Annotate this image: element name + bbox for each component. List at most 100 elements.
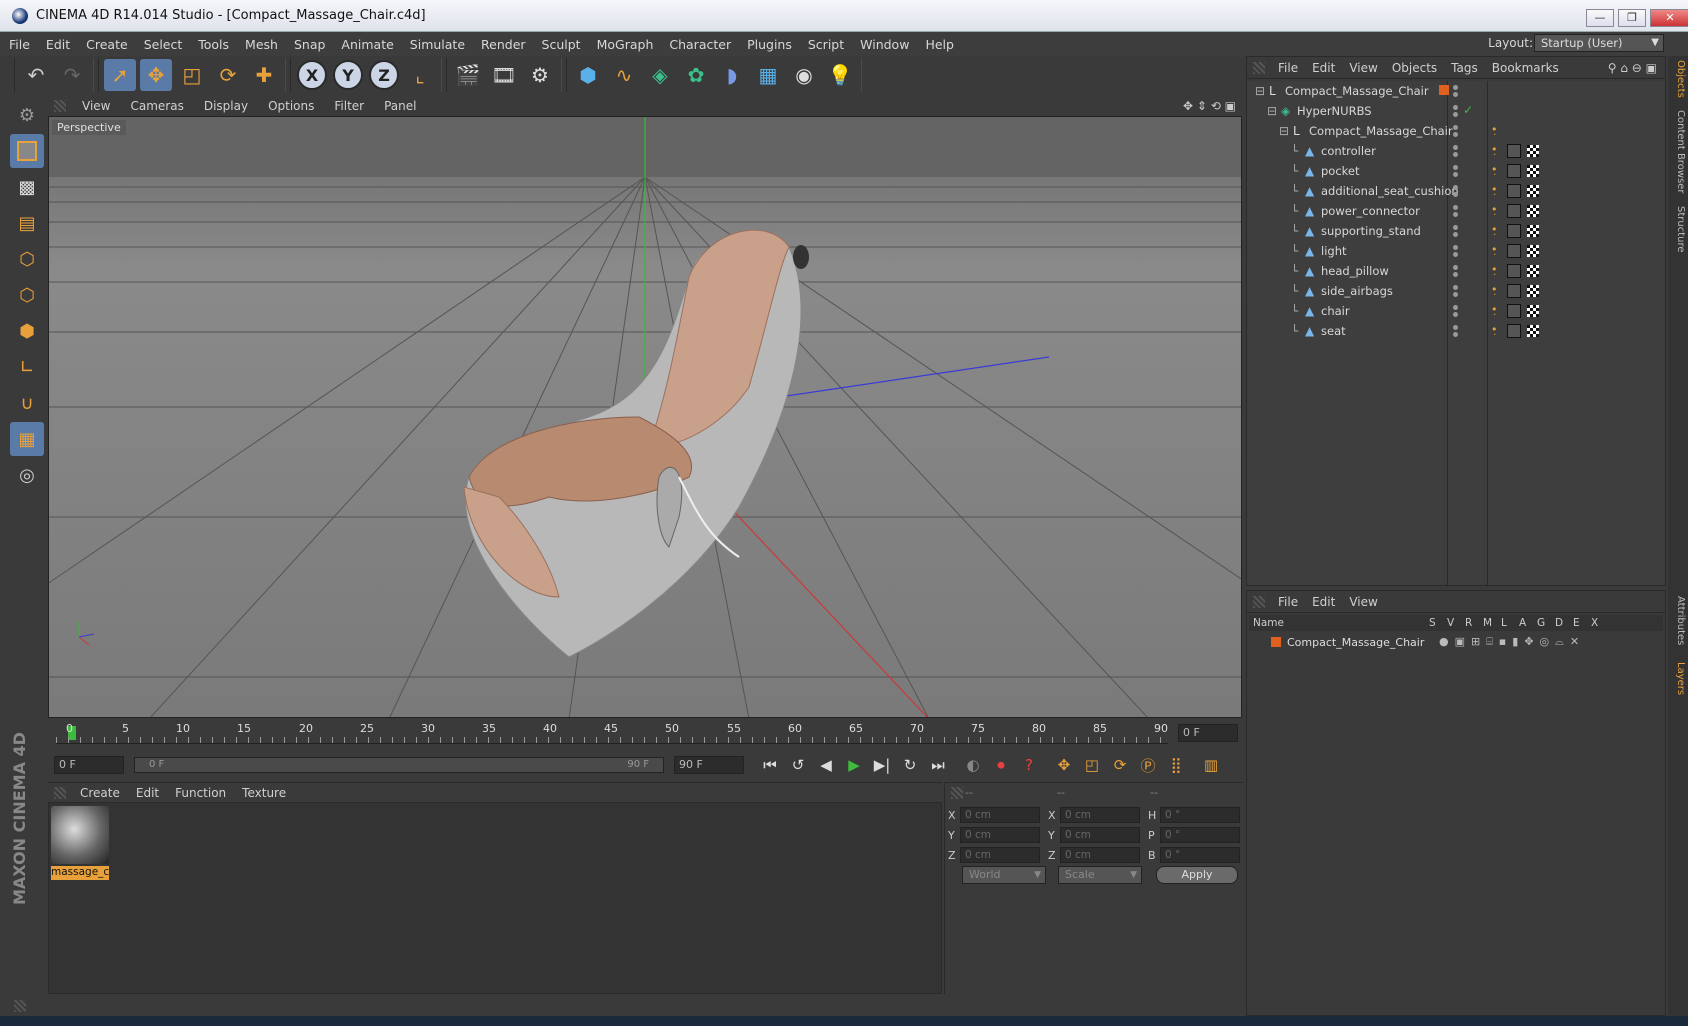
tab-objects[interactable]: Objects — [1670, 60, 1686, 98]
perspective-viewport[interactable]: Perspective — [48, 116, 1242, 718]
texture-tag-icon[interactable] — [1507, 144, 1521, 158]
uvw-tag-icon[interactable] — [1527, 205, 1539, 217]
snap-magnet-icon[interactable]: ∪ — [10, 386, 44, 420]
editor-visibility-dot[interactable] — [1453, 105, 1458, 110]
rotate-icon[interactable]: ⟳ — [212, 59, 244, 91]
coordinate-system-icon[interactable]: ⌞ — [404, 59, 436, 91]
size-x-field[interactable]: 0 cm — [1060, 807, 1140, 823]
object-name[interactable]: Compact_Massage_Chair — [1285, 84, 1429, 98]
move-icon[interactable]: ✥ — [140, 59, 172, 91]
editor-visibility-dot[interactable] — [1453, 265, 1458, 270]
om-menu-bookmarks[interactable]: Bookmarks — [1485, 61, 1566, 75]
menu-mograph[interactable]: MoGraph — [588, 37, 661, 52]
rotation-p-field[interactable]: 0 ° — [1160, 827, 1240, 843]
uvw-tag-icon[interactable] — [1527, 165, 1539, 177]
object-name[interactable]: power_connector — [1321, 204, 1420, 218]
col-d[interactable]: D — [1555, 617, 1573, 629]
texture-tag-icon[interactable] — [1507, 324, 1521, 338]
keyframe-selection-icon[interactable]: ? — [1016, 752, 1042, 778]
texture-tag-icon[interactable] — [1507, 164, 1521, 178]
menu-help[interactable]: Help — [916, 37, 961, 52]
menu-snap[interactable]: Snap — [285, 37, 332, 52]
object-row[interactable]: └ ▲ head_pillow •̣ — [1247, 261, 1665, 281]
menu-select[interactable]: Select — [135, 37, 190, 52]
lm-menu-file[interactable]: File — [1271, 595, 1305, 609]
editor-visibility-dot[interactable] — [1453, 245, 1458, 250]
tab-content-browser[interactable]: Content Browser — [1670, 110, 1686, 193]
render-picture-viewer-icon[interactable]: 🎞 — [488, 59, 520, 91]
col-a[interactable]: A — [1519, 617, 1537, 629]
editor-visibility-dot[interactable] — [1453, 145, 1458, 150]
menu-script[interactable]: Script — [799, 37, 851, 52]
render-visibility-dot[interactable] — [1453, 272, 1458, 277]
close-button[interactable]: ✕ — [1650, 9, 1688, 27]
object-row[interactable]: └ ▲ controller •̣ — [1247, 141, 1665, 161]
phong-tag-icon[interactable]: •̣ — [1491, 143, 1498, 156]
x-axis-lock-icon[interactable]: X — [297, 60, 327, 90]
om-menu-file[interactable]: File — [1271, 61, 1305, 75]
layer-toggle-icons[interactable]: ●▣⊞⌸▪▮✥◎⌓✕ — [1439, 635, 1585, 649]
timeline-window-icon[interactable]: ▥ — [1198, 752, 1224, 778]
texture-tag-icon[interactable] — [1507, 184, 1521, 198]
scale-icon[interactable]: ◰ — [176, 59, 208, 91]
uvw-tag-icon[interactable] — [1527, 245, 1539, 257]
scale-mode-dropdown[interactable]: Scale ▼ — [1058, 866, 1142, 884]
editor-visibility-dot[interactable] — [1453, 325, 1458, 330]
viewport-menu-display[interactable]: Display — [194, 99, 258, 113]
uvw-tag-icon[interactable] — [1527, 265, 1539, 277]
uvw-tag-icon[interactable] — [1527, 225, 1539, 237]
size-y-field[interactable]: 0 cm — [1060, 827, 1140, 843]
menu-file[interactable]: File — [0, 37, 37, 52]
end-frame-field[interactable]: 90 F — [674, 756, 744, 774]
range-slider[interactable]: 0 F 90 F — [134, 757, 664, 773]
editor-visibility-dot[interactable] — [1453, 285, 1458, 290]
light-bulb-icon[interactable]: 💡 — [824, 59, 856, 91]
om-menu-objects[interactable]: Objects — [1385, 61, 1444, 75]
menu-window[interactable]: Window — [851, 37, 916, 52]
phong-tag-icon[interactable]: •̣ — [1491, 223, 1498, 236]
planar-workplane-icon[interactable]: ◎ — [10, 458, 44, 492]
viewport-menu-options[interactable]: Options — [258, 99, 324, 113]
menu-tools[interactable]: Tools — [189, 37, 236, 52]
material-menu-function[interactable]: Function — [167, 786, 234, 800]
live-selection-icon[interactable]: ➚ — [104, 59, 136, 91]
tab-attributes[interactable]: Attributes — [1670, 596, 1686, 645]
record-scale-icon[interactable]: ◰ — [1079, 752, 1105, 778]
tab-structure[interactable]: Structure — [1670, 206, 1686, 253]
material-name[interactable]: massage_ch — [51, 866, 109, 880]
render-visibility-dot[interactable] — [1453, 332, 1458, 337]
texture-tag-icon[interactable] — [1507, 284, 1521, 298]
menu-render[interactable]: Render — [472, 37, 533, 52]
object-row[interactable]: └ ▲ power_connector •̣ — [1247, 201, 1665, 221]
render-visibility-dot[interactable] — [1453, 312, 1458, 317]
object-row[interactable]: └ ▲ additional_seat_cushion •̣ — [1247, 181, 1665, 201]
phong-tag-icon[interactable]: •̣ — [1491, 123, 1498, 136]
layout-dropdown[interactable]: Startup (User) ▼ — [1534, 34, 1664, 52]
minimize-button[interactable]: — — [1586, 9, 1614, 27]
uvw-tag-icon[interactable] — [1527, 305, 1539, 317]
render-settings-icon[interactable]: ⚙ — [524, 59, 556, 91]
object-name[interactable]: pocket — [1321, 164, 1360, 178]
menu-sculpt[interactable]: Sculpt — [533, 37, 588, 52]
render-visibility-dot[interactable] — [1453, 212, 1458, 217]
nurbs-icon[interactable]: ◈ — [644, 59, 676, 91]
menu-edit[interactable]: Edit — [37, 37, 77, 52]
expand-collapse-icon[interactable]: ⊟ — [1279, 125, 1291, 137]
col-v[interactable]: V — [1447, 617, 1465, 629]
undo-icon[interactable]: ↶ — [20, 59, 52, 91]
model-mode-icon[interactable] — [10, 134, 44, 168]
menu-simulate[interactable]: Simulate — [401, 37, 472, 52]
menu-character[interactable]: Character — [660, 37, 738, 52]
position-z-field[interactable]: 0 cm — [960, 847, 1040, 863]
object-name[interactable]: controller — [1321, 144, 1376, 158]
go-to-start-icon[interactable]: ⏮ — [757, 752, 783, 778]
editor-visibility-dot[interactable] — [1453, 305, 1458, 310]
uvw-tag-icon[interactable] — [1527, 325, 1539, 337]
render-visibility-dot[interactable] — [1453, 92, 1458, 97]
array-icon[interactable]: ✿ — [680, 59, 712, 91]
edges-mode-icon[interactable]: ⬡ — [10, 278, 44, 312]
recent-tool-icon[interactable]: ✚ — [248, 59, 280, 91]
editor-visibility-dot[interactable] — [1453, 225, 1458, 230]
object-row[interactable]: └ ▲ seat •̣ — [1247, 321, 1665, 341]
axis-mode-icon[interactable]: ∟ — [10, 350, 44, 384]
